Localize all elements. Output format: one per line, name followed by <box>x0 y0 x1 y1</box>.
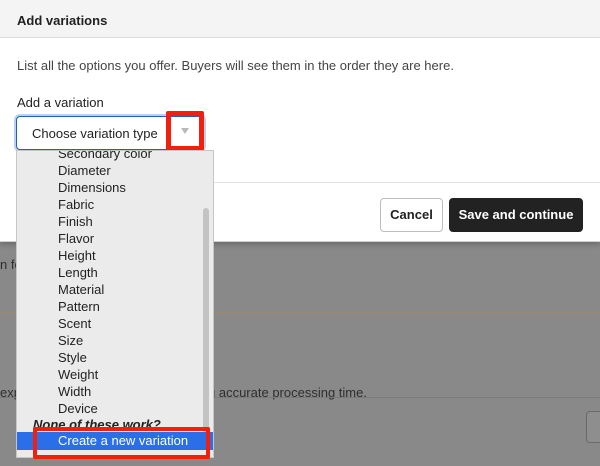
dropdown-option[interactable]: Weight <box>58 367 98 382</box>
dropdown-option[interactable]: Height <box>58 248 96 263</box>
dropdown-option[interactable]: Width <box>58 384 91 399</box>
variation-type-dropdown[interactable]: Secondary color Diameter Dimensions Fabr… <box>16 150 214 458</box>
dropdown-option[interactable]: Finish <box>58 214 93 229</box>
select-arrow-highlight[interactable] <box>166 111 204 151</box>
dropdown-option[interactable]: Material <box>58 282 104 297</box>
dropdown-option[interactable]: Diameter <box>58 163 111 178</box>
dropdown-option[interactable]: Size <box>58 333 83 348</box>
select-value: Choose variation type <box>32 126 158 141</box>
option-highlight-annotation <box>33 427 210 459</box>
background-button-edge <box>586 411 600 443</box>
dropdown-scrollbar[interactable] <box>203 208 209 434</box>
dropdown-option[interactable]: Fabric <box>58 197 94 212</box>
divider <box>214 182 600 183</box>
dropdown-option[interactable]: Device <box>58 401 98 416</box>
cancel-button[interactable]: Cancel <box>380 198 443 232</box>
dropdown-option[interactable]: Style <box>58 350 87 365</box>
dropdown-option[interactable]: Dimensions <box>58 180 126 195</box>
dropdown-option[interactable]: Scent <box>58 316 91 331</box>
modal-header: Add variations <box>0 0 600 38</box>
modal-title: Add variations <box>17 13 108 28</box>
dropdown-option[interactable]: Pattern <box>58 299 100 314</box>
dropdown-option[interactable]: Flavor <box>58 231 94 246</box>
modal-description: List all the options you offer. Buyers w… <box>17 58 454 73</box>
dropdown-option[interactable]: Secondary color <box>58 151 152 161</box>
variation-field-label: Add a variation <box>17 95 104 110</box>
save-and-continue-button[interactable]: Save and continue <box>449 198 583 232</box>
chevron-down-icon <box>181 128 189 134</box>
dropdown-option[interactable]: Length <box>58 265 98 280</box>
